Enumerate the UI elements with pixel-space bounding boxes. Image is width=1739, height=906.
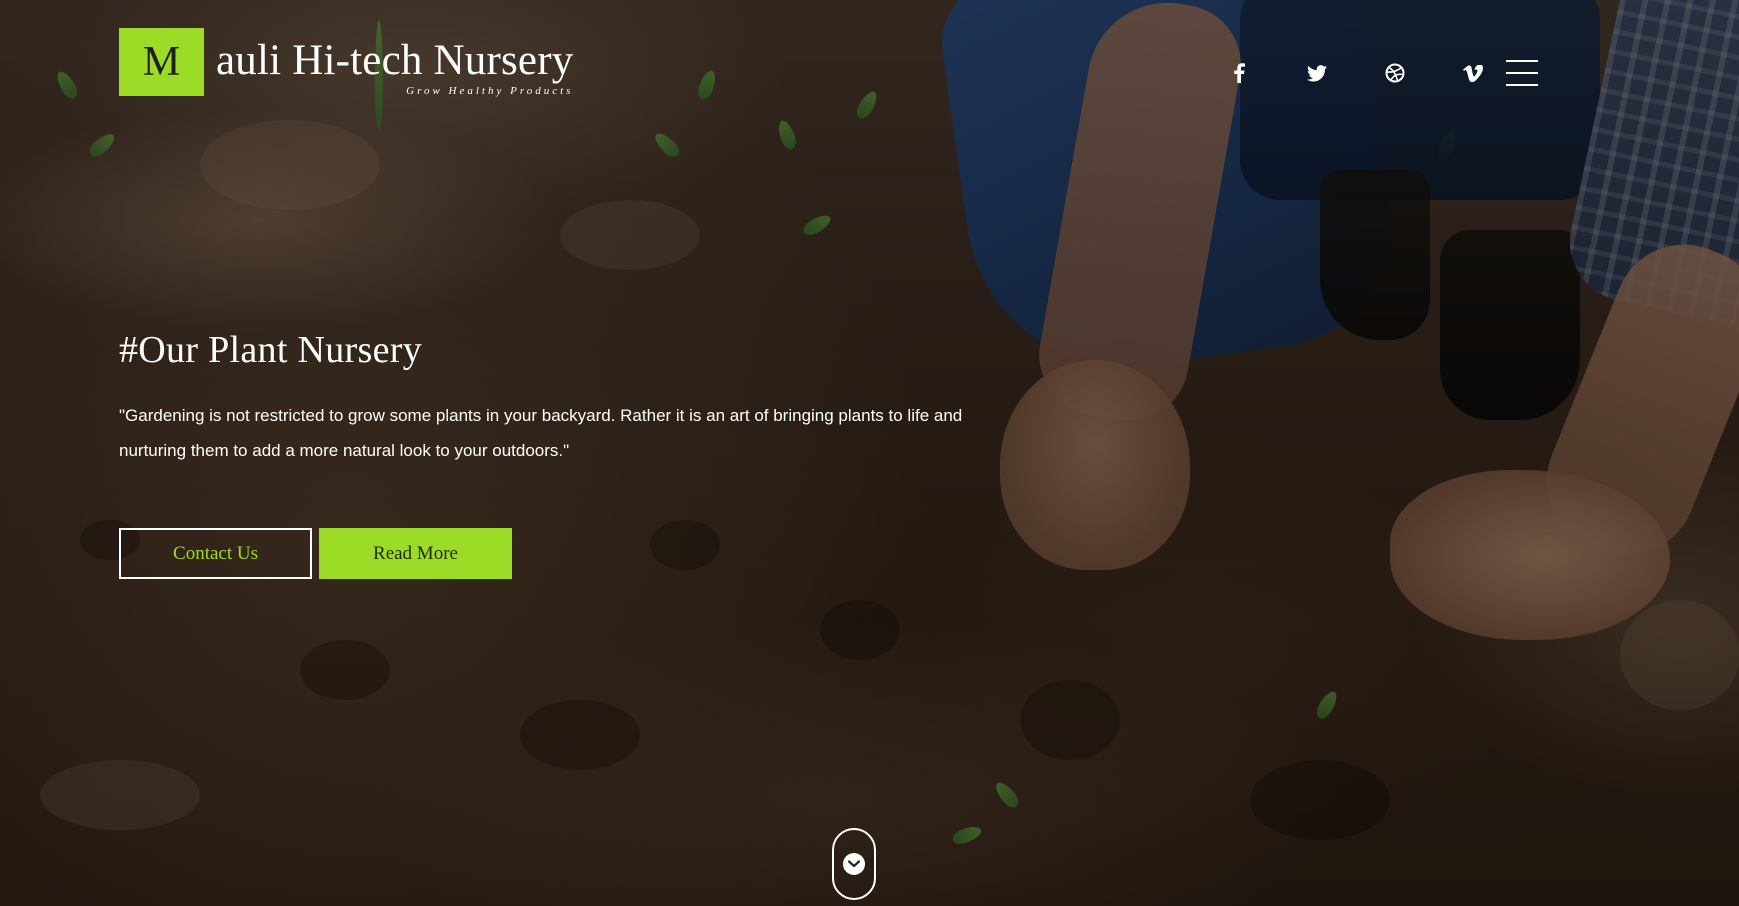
twitter-link[interactable] (1278, 58, 1356, 88)
facebook-link[interactable] (1200, 58, 1278, 88)
hero-title: #Our Plant Nursery (119, 329, 423, 371)
logo-initial-box: M (119, 28, 204, 96)
site-logo[interactable]: M auli Hi-tech Nursery Grow Healthy Prod… (119, 28, 573, 97)
vimeo-link[interactable] (1434, 58, 1512, 88)
logo-tagline: Grow Healthy Products (406, 85, 574, 97)
vimeo-icon (1463, 64, 1483, 82)
hero-section: M auli Hi-tech Nursery Grow Healthy Prod… (0, 0, 1739, 906)
scroll-down-button[interactable] (832, 828, 876, 900)
twitter-icon (1307, 64, 1327, 81)
contact-us-button[interactable]: Contact Us (119, 528, 312, 579)
hero-buttons: Contact Us Read More (119, 528, 512, 579)
hero-quote: "Gardening is not restricted to grow som… (119, 406, 963, 460)
read-more-button[interactable]: Read More (319, 528, 512, 579)
chevron-down-icon (843, 853, 865, 875)
social-links (1200, 58, 1512, 88)
dribbble-icon (1385, 63, 1405, 83)
logo-name: auli Hi-tech Nursery (216, 37, 574, 84)
dribbble-link[interactable] (1356, 58, 1434, 88)
facebook-icon (1234, 63, 1245, 83)
menu-bar (1506, 84, 1538, 86)
logo-text: auli Hi-tech Nursery Grow Healthy Produc… (216, 28, 573, 97)
menu-bar (1506, 72, 1538, 74)
hamburger-menu-icon[interactable] (1506, 60, 1538, 86)
menu-bar (1506, 60, 1538, 62)
chevron-down-glyph (848, 860, 860, 868)
